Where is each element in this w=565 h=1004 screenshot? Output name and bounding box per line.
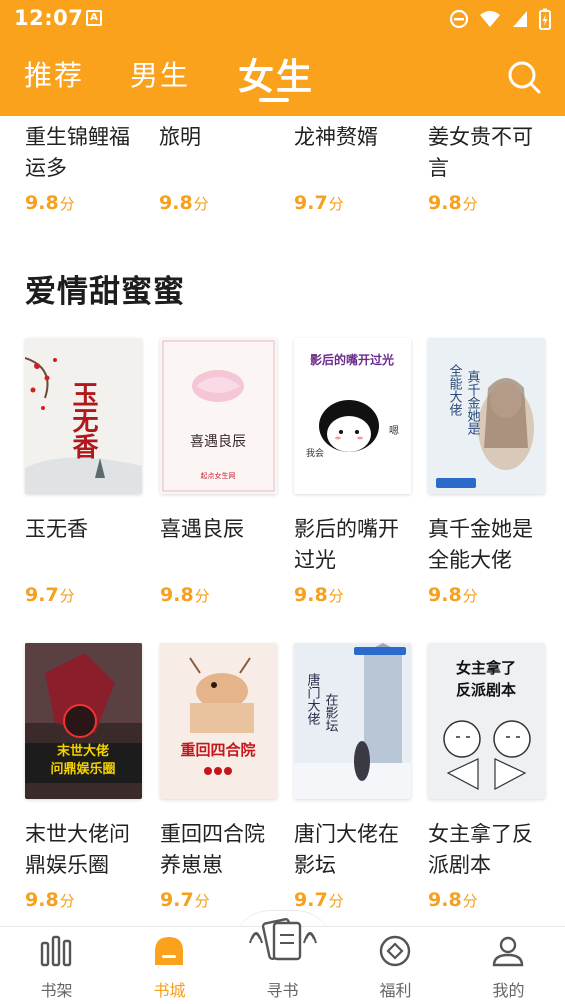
bookshelf-icon	[40, 935, 72, 967]
book-title: 玉无香	[25, 517, 88, 541]
book-card[interactable]: 全能大佬 真千金她是 真千金她是 全能大佬 9.8分	[428, 338, 548, 606]
nav-label: 书架	[40, 981, 73, 1000]
profile-icon	[492, 936, 524, 967]
book-title: 影后的嘴开 过光	[294, 517, 399, 572]
svg-text:全能大佬: 全能大佬	[447, 363, 463, 417]
tab-female[interactable]: 女生	[238, 48, 314, 100]
signal-icon	[513, 11, 527, 27]
svg-text:起点女生网: 起点女生网	[201, 471, 236, 480]
book-score: 9.8分	[428, 192, 478, 214]
svg-text:喜遇良辰: 喜遇良辰	[190, 434, 246, 450]
find-book-icon	[249, 918, 317, 961]
svg-text:女主拿了: 女主拿了	[456, 659, 516, 677]
book-cover[interactable]: 玉无香	[25, 338, 142, 494]
book-card[interactable]: 末世大佬 问鼎娱乐圈 末世大佬问 鼎娱乐圈 9.8分	[25, 643, 145, 911]
nav-profile[interactable]: 我的	[452, 927, 565, 1004]
book-cover[interactable]: 女主拿了 反派剧本	[428, 643, 545, 799]
book-title: 真千金她是 全能大佬	[428, 517, 533, 572]
nav-bookshelf[interactable]: 书架	[0, 927, 113, 1004]
book-score: 9.8分	[428, 889, 478, 911]
svg-text:末世大佬: 末世大佬	[56, 743, 109, 759]
nav-find-book[interactable]: 寻书	[226, 918, 339, 1004]
book-card[interactable]: 女主拿了 反派剧本 女主拿了反 派剧本 9.8分	[428, 643, 548, 911]
book-cover[interactable]: 喜遇良辰 起点女生网	[160, 338, 277, 494]
book-score: 9.7分	[294, 889, 344, 911]
book-score: 9.8分	[160, 584, 210, 606]
svg-text:问鼎娱乐圈: 问鼎娱乐圈	[50, 761, 115, 777]
active-tab-indicator	[259, 98, 289, 102]
svg-text:我会: 我会	[306, 447, 324, 459]
book-score: 9.8分	[25, 889, 75, 911]
search-icon	[508, 61, 541, 94]
nav-label: 我的	[492, 981, 525, 1000]
book-card[interactable]: 旅明 9.8分	[159, 122, 279, 214]
book-title: 喜遇良辰	[160, 517, 244, 541]
nav-label: 书城	[153, 981, 186, 1000]
book-card[interactable]: 喜遇良辰 起点女生网 喜遇良辰 9.8分	[160, 338, 280, 606]
book-card[interactable]: 唐门大佬 在影坛 唐门大佬在 影坛 9.7分	[294, 643, 414, 911]
category-tabs: 推荐 男生 女生	[0, 46, 565, 106]
bookstore-icon	[155, 937, 183, 965]
book-card[interactable]: 重回四合院 重回四合院 养崽崽 9.7分	[160, 643, 280, 911]
book-title: 旅明	[159, 125, 201, 149]
nav-label: 寻书	[266, 981, 299, 1000]
book-score: 9.7分	[294, 192, 344, 214]
book-title: 末世大佬问 鼎娱乐圈	[25, 822, 130, 877]
book-title: 唐门大佬在 影坛	[294, 822, 399, 877]
tab-male[interactable]: 男生	[130, 54, 190, 94]
tab-recommend[interactable]: 推荐	[24, 54, 84, 94]
svg-text:在影坛: 在影坛	[323, 693, 339, 732]
book-cover[interactable]: 末世大佬 问鼎娱乐圈	[25, 643, 142, 799]
svg-text:反派剧本: 反派剧本	[456, 681, 516, 699]
book-title: 龙神赘婿	[294, 125, 378, 149]
book-card[interactable]: 龙神赘婿 9.7分	[294, 122, 414, 214]
book-title: 女主拿了反 派剧本	[428, 822, 533, 877]
nav-label: 福利	[379, 981, 412, 1000]
svg-text:嗯: 嗯	[389, 425, 399, 437]
book-card[interactable]: 影后的嘴开过光 我会 嗯 影后的嘴开 过光 9.8分	[294, 338, 414, 606]
book-title: 重回四合院 养崽崽	[160, 822, 265, 877]
status-time: 12:07	[14, 6, 84, 30]
book-cover[interactable]: 重回四合院	[160, 643, 277, 799]
book-cover[interactable]: 全能大佬 真千金她是	[428, 338, 545, 494]
svg-text:影后的嘴开过光: 影后的嘴开过光	[310, 352, 394, 367]
nav-welfare[interactable]: 福利	[339, 927, 452, 1004]
book-title: 重生锦鲤福 运多	[25, 125, 130, 180]
book-card[interactable]: 姜女贵不可言 9.8分	[428, 122, 548, 214]
top-header: 12:07 A 推荐 男生 女生	[0, 0, 565, 116]
battery-icon	[539, 8, 551, 30]
coin-icon	[379, 935, 411, 967]
status-icons	[449, 8, 551, 30]
book-score: 9.8分	[159, 192, 209, 214]
svg-text:真千金她是: 真千金她是	[465, 370, 481, 436]
bottom-navigation: 书架 书城 寻书 福利 我的	[0, 918, 565, 1004]
book-title: 姜女贵不可言	[428, 125, 533, 180]
book-cover[interactable]: 唐门大佬 在影坛	[294, 643, 411, 799]
svg-text:玉无香: 玉无香	[68, 381, 98, 459]
book-score: 9.7分	[160, 889, 210, 911]
book-cover[interactable]: 影后的嘴开过光 我会 嗯	[294, 338, 411, 494]
book-score: 9.8分	[294, 584, 344, 606]
dnd-icon	[449, 9, 469, 29]
book-list-content[interactable]: 重生锦鲤福 运多 9.8分 旅明 9.8分 龙神赘婿 9.7分 姜女贵不可言 9.…	[0, 116, 565, 926]
svg-text:重回四合院: 重回四合院	[180, 741, 255, 759]
section-title: 爱情甜蜜蜜	[25, 274, 185, 310]
wifi-icon	[480, 11, 500, 27]
app-notification-icon: A	[86, 10, 102, 26]
status-bar: 12:07 A	[0, 0, 565, 38]
book-score: 9.8分	[428, 584, 478, 606]
search-button[interactable]	[505, 58, 543, 96]
book-score: 9.8分	[25, 192, 75, 214]
svg-text:唐门大佬: 唐门大佬	[305, 672, 321, 726]
book-score: 9.7分	[25, 584, 75, 606]
nav-bookstore[interactable]: 书城	[113, 927, 226, 1004]
book-card[interactable]: 重生锦鲤福 运多 9.8分	[25, 122, 145, 214]
book-card[interactable]: 玉无香 玉无香 9.7分	[25, 338, 145, 606]
